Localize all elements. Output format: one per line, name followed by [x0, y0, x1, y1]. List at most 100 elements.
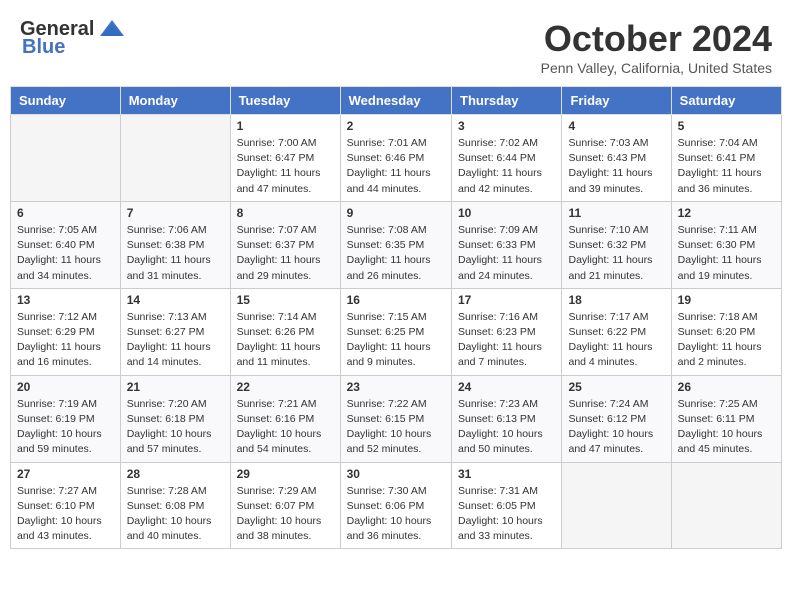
day-info: Sunrise: 7:13 AM Sunset: 6:27 PM Dayligh…: [127, 310, 224, 371]
calendar-cell: 27 Sunrise: 7:27 AM Sunset: 6:10 PM Dayli…: [11, 462, 121, 549]
day-info: Sunrise: 7:30 AM Sunset: 6:06 PM Dayligh…: [347, 484, 445, 545]
day-info: Sunrise: 7:28 AM Sunset: 6:08 PM Dayligh…: [127, 484, 224, 545]
day-number: 26: [678, 380, 775, 394]
day-info: Sunrise: 7:08 AM Sunset: 6:35 PM Dayligh…: [347, 223, 445, 284]
calendar-cell: 28 Sunrise: 7:28 AM Sunset: 6:08 PM Dayli…: [120, 462, 230, 549]
day-of-week-header: Friday: [562, 87, 671, 115]
day-number: 31: [458, 467, 555, 481]
calendar-cell: [562, 462, 671, 549]
calendar-cell: 16 Sunrise: 7:15 AM Sunset: 6:25 PM Dayli…: [340, 288, 451, 375]
day-info: Sunrise: 7:17 AM Sunset: 6:22 PM Dayligh…: [568, 310, 664, 371]
day-number: 10: [458, 206, 555, 220]
day-number: 7: [127, 206, 224, 220]
day-of-week-header: Sunday: [11, 87, 121, 115]
calendar-cell: 26 Sunrise: 7:25 AM Sunset: 6:11 PM Dayli…: [671, 375, 781, 462]
day-number: 28: [127, 467, 224, 481]
calendar-cell: 1Sunrise: 7:00 AM Sunset: 6:47 PM Daylig…: [230, 115, 340, 202]
calendar-cell: 7 Sunrise: 7:06 AM Sunset: 6:38 PM Daylig…: [120, 201, 230, 288]
calendar-cell: 9 Sunrise: 7:08 AM Sunset: 6:35 PM Daylig…: [340, 201, 451, 288]
day-number: 20: [17, 380, 114, 394]
month-title: October 2024: [541, 18, 772, 60]
day-info: Sunrise: 7:21 AM Sunset: 6:16 PM Dayligh…: [237, 397, 334, 458]
day-number: 5: [678, 119, 775, 133]
calendar-cell: 21 Sunrise: 7:20 AM Sunset: 6:18 PM Dayli…: [120, 375, 230, 462]
day-number: 27: [17, 467, 114, 481]
logo-icon: [98, 18, 126, 40]
calendar-cell: 6Sunrise: 7:05 AM Sunset: 6:40 PM Daylig…: [11, 201, 121, 288]
day-number: 14: [127, 293, 224, 307]
calendar-week-row: 13 Sunrise: 7:12 AM Sunset: 6:29 PM Dayli…: [11, 288, 782, 375]
day-info: Sunrise: 7:12 AM Sunset: 6:29 PM Dayligh…: [17, 310, 114, 371]
day-number: 17: [458, 293, 555, 307]
calendar-cell: 18 Sunrise: 7:17 AM Sunset: 6:22 PM Dayli…: [562, 288, 671, 375]
day-number: 6: [17, 206, 114, 220]
calendar-cell: [120, 115, 230, 202]
logo-blue: Blue: [22, 36, 65, 59]
calendar-header-row: SundayMondayTuesdayWednesdayThursdayFrid…: [11, 87, 782, 115]
calendar-cell: 30 Sunrise: 7:30 AM Sunset: 6:06 PM Dayli…: [340, 462, 451, 549]
day-info: Sunrise: 7:22 AM Sunset: 6:15 PM Dayligh…: [347, 397, 445, 458]
day-number: 1: [237, 119, 334, 133]
day-number: 8: [237, 206, 334, 220]
calendar-cell: 29 Sunrise: 7:29 AM Sunset: 6:07 PM Dayli…: [230, 462, 340, 549]
day-info: Sunrise: 7:24 AM Sunset: 6:12 PM Dayligh…: [568, 397, 664, 458]
day-number: 18: [568, 293, 664, 307]
calendar-cell: 13 Sunrise: 7:12 AM Sunset: 6:29 PM Dayli…: [11, 288, 121, 375]
calendar-cell: 14 Sunrise: 7:13 AM Sunset: 6:27 PM Dayli…: [120, 288, 230, 375]
day-number: 23: [347, 380, 445, 394]
day-info: Sunrise: 7:23 AM Sunset: 6:13 PM Dayligh…: [458, 397, 555, 458]
day-number: 30: [347, 467, 445, 481]
day-info: Sunrise: 7:20 AM Sunset: 6:18 PM Dayligh…: [127, 397, 224, 458]
day-info: Sunrise: 7:15 AM Sunset: 6:25 PM Dayligh…: [347, 310, 445, 371]
day-info: Sunrise: 7:29 AM Sunset: 6:07 PM Dayligh…: [237, 484, 334, 545]
calendar-cell: 20 Sunrise: 7:19 AM Sunset: 6:19 PM Dayli…: [11, 375, 121, 462]
day-info: Sunrise: 7:31 AM Sunset: 6:05 PM Dayligh…: [458, 484, 555, 545]
calendar-cell: 5 Sunrise: 7:04 AM Sunset: 6:41 PM Daylig…: [671, 115, 781, 202]
calendar-table: SundayMondayTuesdayWednesdayThursdayFrid…: [10, 86, 782, 549]
day-number: 29: [237, 467, 334, 481]
day-number: 21: [127, 380, 224, 394]
day-info: Sunrise: 7:06 AM Sunset: 6:38 PM Dayligh…: [127, 223, 224, 284]
day-number: 2: [347, 119, 445, 133]
logo: General Blue: [20, 18, 126, 59]
calendar-cell: 23 Sunrise: 7:22 AM Sunset: 6:15 PM Dayli…: [340, 375, 451, 462]
calendar-cell: 24 Sunrise: 7:23 AM Sunset: 6:13 PM Dayli…: [452, 375, 562, 462]
day-number: 24: [458, 380, 555, 394]
calendar-cell: [671, 462, 781, 549]
day-info: Sunrise: 7:16 AM Sunset: 6:23 PM Dayligh…: [458, 310, 555, 371]
calendar-week-row: 27 Sunrise: 7:27 AM Sunset: 6:10 PM Dayli…: [11, 462, 782, 549]
day-number: 13: [17, 293, 114, 307]
day-info: Sunrise: 7:19 AM Sunset: 6:19 PM Dayligh…: [17, 397, 114, 458]
day-info: Sunrise: 7:03 AM Sunset: 6:43 PM Dayligh…: [568, 136, 664, 197]
calendar-cell: 22Sunrise: 7:21 AM Sunset: 6:16 PM Dayli…: [230, 375, 340, 462]
day-number: 3: [458, 119, 555, 133]
calendar-cell: 2Sunrise: 7:01 AM Sunset: 6:46 PM Daylig…: [340, 115, 451, 202]
day-number: 9: [347, 206, 445, 220]
day-of-week-header: Monday: [120, 87, 230, 115]
day-number: 25: [568, 380, 664, 394]
day-info: Sunrise: 7:09 AM Sunset: 6:33 PM Dayligh…: [458, 223, 555, 284]
calendar-cell: 4Sunrise: 7:03 AM Sunset: 6:43 PM Daylig…: [562, 115, 671, 202]
day-of-week-header: Wednesday: [340, 87, 451, 115]
calendar-cell: 31 Sunrise: 7:31 AM Sunset: 6:05 PM Dayli…: [452, 462, 562, 549]
day-info: Sunrise: 7:27 AM Sunset: 6:10 PM Dayligh…: [17, 484, 114, 545]
calendar-week-row: 6Sunrise: 7:05 AM Sunset: 6:40 PM Daylig…: [11, 201, 782, 288]
calendar-cell: 8 Sunrise: 7:07 AM Sunset: 6:37 PM Daylig…: [230, 201, 340, 288]
calendar-week-row: 1Sunrise: 7:00 AM Sunset: 6:47 PM Daylig…: [11, 115, 782, 202]
calendar-cell: 12Sunrise: 7:11 AM Sunset: 6:30 PM Dayli…: [671, 201, 781, 288]
calendar-cell: 17 Sunrise: 7:16 AM Sunset: 6:23 PM Dayli…: [452, 288, 562, 375]
day-number: 16: [347, 293, 445, 307]
calendar-week-row: 20 Sunrise: 7:19 AM Sunset: 6:19 PM Dayli…: [11, 375, 782, 462]
day-info: Sunrise: 7:07 AM Sunset: 6:37 PM Dayligh…: [237, 223, 334, 284]
page-header: General Blue October 2024 Penn Valley, C…: [10, 10, 782, 80]
location: Penn Valley, California, United States: [541, 60, 772, 76]
day-number: 12: [678, 206, 775, 220]
day-number: 11: [568, 206, 664, 220]
calendar-cell: 11Sunrise: 7:10 AM Sunset: 6:32 PM Dayli…: [562, 201, 671, 288]
day-info: Sunrise: 7:18 AM Sunset: 6:20 PM Dayligh…: [678, 310, 775, 371]
day-of-week-header: Thursday: [452, 87, 562, 115]
calendar-cell: 25 Sunrise: 7:24 AM Sunset: 6:12 PM Dayli…: [562, 375, 671, 462]
day-number: 19: [678, 293, 775, 307]
day-info: Sunrise: 7:25 AM Sunset: 6:11 PM Dayligh…: [678, 397, 775, 458]
day-info: Sunrise: 7:04 AM Sunset: 6:41 PM Dayligh…: [678, 136, 775, 197]
